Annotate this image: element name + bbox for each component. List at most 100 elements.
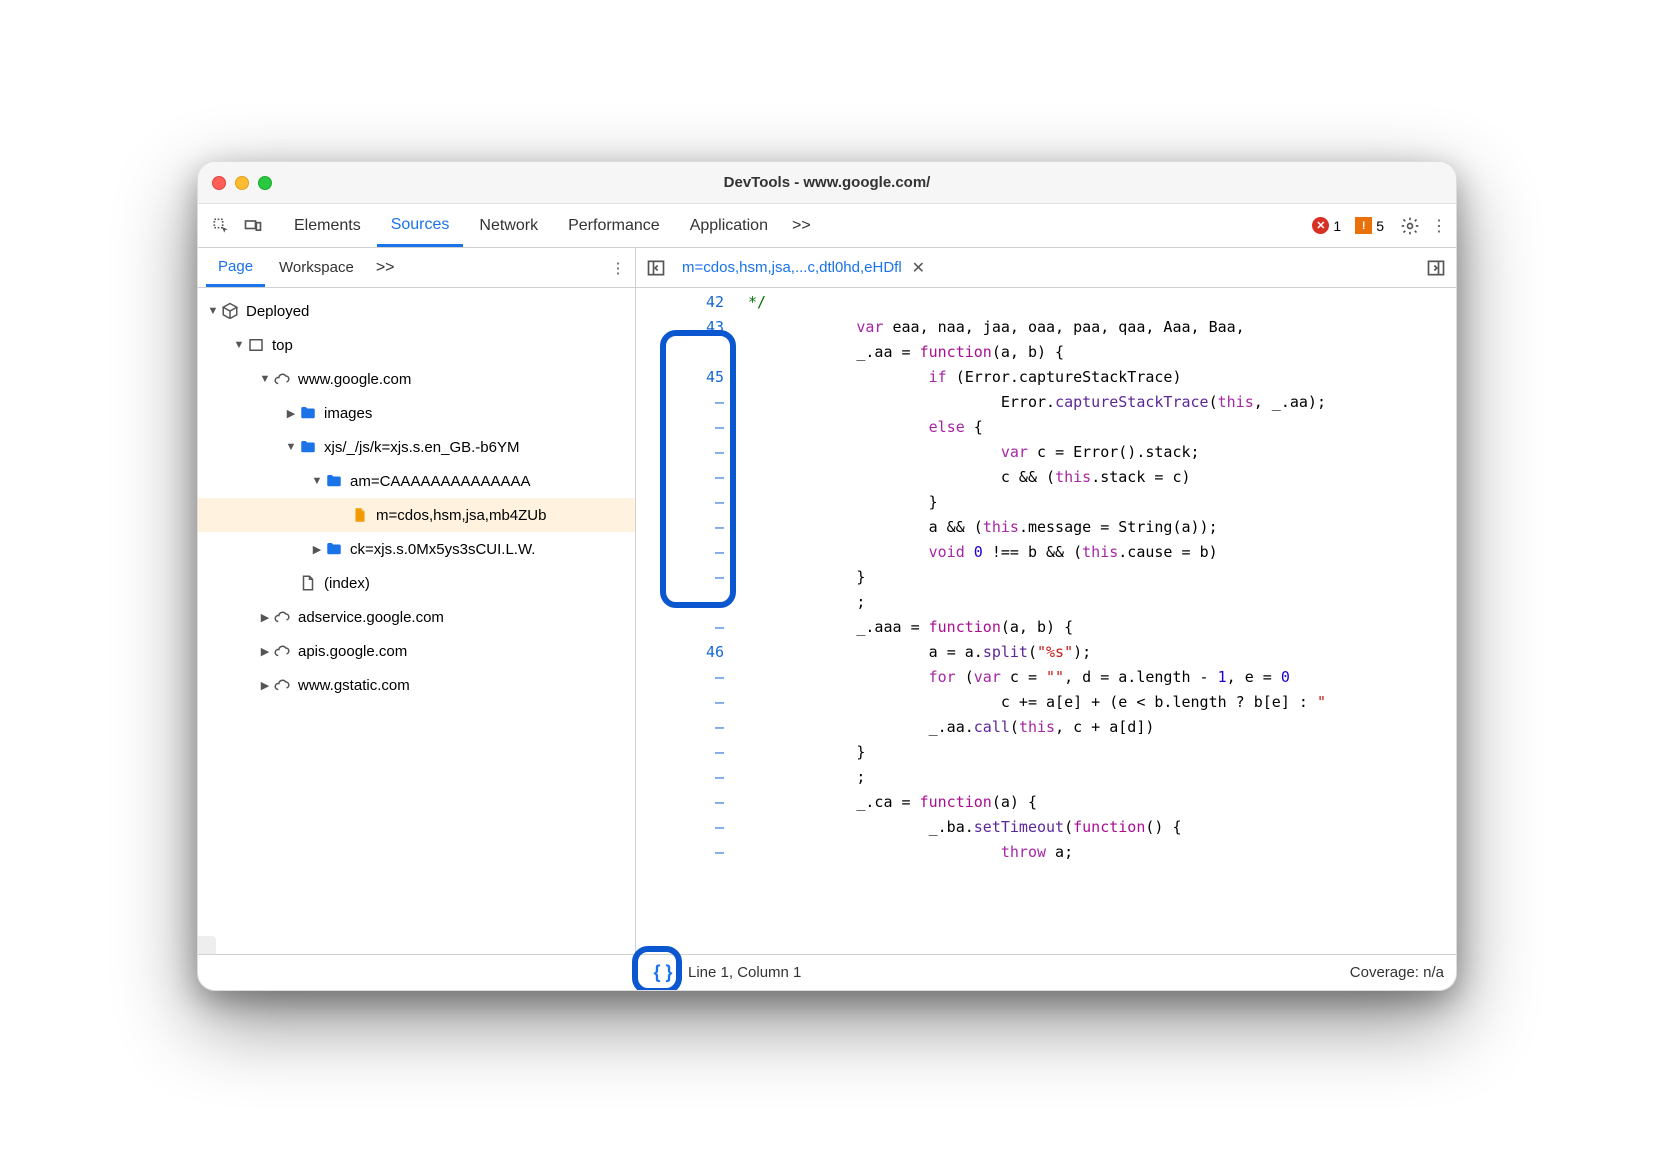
toggle-debugger-icon[interactable] <box>1422 254 1450 282</box>
subtab-workspace[interactable]: Workspace <box>267 250 366 285</box>
tree-label: xjs/_/js/k=xjs.s.en_GB.-b6YM <box>324 439 519 456</box>
chevron-down-icon[interactable] <box>232 339 246 351</box>
line-number[interactable]: – <box>636 490 724 515</box>
tab-performance[interactable]: Performance <box>554 207 674 245</box>
folder-icon <box>324 471 344 491</box>
navigator-menu-icon[interactable]: ⋮ <box>609 256 627 280</box>
tree-row[interactable]: ck=xjs.s.0Mx5ys3sCUI.L.W. <box>198 532 635 566</box>
line-number[interactable]: – <box>636 740 724 765</box>
inspect-icon[interactable] <box>206 211 236 241</box>
kebab-menu-icon[interactable]: ⋮ <box>1430 214 1448 238</box>
cloud-icon <box>272 641 292 661</box>
tab-elements[interactable]: Elements <box>280 207 375 245</box>
editor-tab-label: m=cdos,hsm,jsa,...c,dtl0hd,eHDfl <box>682 259 902 276</box>
scroll-corner <box>198 936 216 954</box>
file-icon <box>298 573 318 593</box>
tree-row[interactable]: apis.google.com <box>198 634 635 668</box>
chevron-right-icon[interactable] <box>258 679 272 692</box>
line-number[interactable]: 43 <box>636 315 724 340</box>
cloud-icon <box>272 675 292 695</box>
tree-row[interactable]: images <box>198 396 635 430</box>
line-number[interactable]: – <box>636 765 724 790</box>
editor-tab-active[interactable]: m=cdos,hsm,jsa,...c,dtl0hd,eHDfl ✕ <box>676 258 931 278</box>
line-number[interactable]: – <box>636 815 724 840</box>
tree-label: top <box>272 337 293 354</box>
line-number[interactable]: – <box>636 715 724 740</box>
cloud-icon <box>272 369 292 389</box>
tree-row[interactable]: xjs/_/js/k=xjs.s.en_GB.-b6YM <box>198 430 635 464</box>
tree-label: (index) <box>324 575 370 592</box>
subtab-page[interactable]: Page <box>206 249 265 287</box>
chevron-down-icon[interactable] <box>258 373 272 385</box>
tree-label: adservice.google.com <box>298 609 444 626</box>
line-number[interactable]: 42 <box>636 290 724 315</box>
code-area[interactable]: */ var eaa, naa, jaa, oaa, paa, qaa, Aaa… <box>736 288 1456 954</box>
chevron-right-icon[interactable] <box>310 543 324 556</box>
chevron-down-icon[interactable] <box>206 305 220 317</box>
gear-icon[interactable] <box>1398 214 1422 238</box>
tree-row[interactable]: www.gstatic.com <box>198 668 635 702</box>
more-subtabs-icon[interactable]: >> <box>368 259 403 277</box>
tree-row[interactable]: (index) <box>198 566 635 600</box>
line-number[interactable]: – <box>636 590 724 615</box>
file-tree: Deployed top www.google.com images xjs/_/js/… <box>198 288 635 708</box>
navigator-tabs: Page Workspace >> ⋮ <box>198 248 635 288</box>
folder-icon <box>324 539 344 559</box>
coverage-status: Coverage: n/a <box>1350 964 1444 981</box>
line-gutter[interactable]: 424345––––––––––46–––––––– <box>636 288 736 954</box>
chevron-right-icon[interactable] <box>284 407 298 420</box>
chevron-down-icon[interactable] <box>284 441 298 453</box>
line-number[interactable]: – <box>636 565 724 590</box>
toggle-navigator-icon[interactable] <box>642 254 670 282</box>
warnings-badge[interactable]: !5 <box>1349 215 1390 237</box>
line-number[interactable]: – <box>636 790 724 815</box>
tab-network[interactable]: Network <box>465 207 552 245</box>
tree-row[interactable]: am=CAAAAAAAAAAAAAA <box>198 464 635 498</box>
tree-label: www.google.com <box>298 371 411 388</box>
line-number[interactable] <box>636 340 724 365</box>
errors-badge[interactable]: ✕1 <box>1306 215 1347 237</box>
pretty-print-icon[interactable]: { } <box>648 960 678 986</box>
tree-label: am=CAAAAAAAAAAAAAA <box>350 473 531 490</box>
tree-row[interactable]: m=cdos,hsm,jsa,mb4ZUb <box>198 498 635 532</box>
warnings-count: 5 <box>1376 218 1384 234</box>
code-editor[interactable]: 424345––––––––––46–––––––– */ var eaa, n… <box>636 288 1456 954</box>
line-number[interactable]: – <box>636 615 724 640</box>
cloud-icon <box>272 607 292 627</box>
line-number[interactable]: – <box>636 840 724 865</box>
tree-row[interactable]: Deployed <box>198 294 635 328</box>
line-number[interactable]: 46 <box>636 640 724 665</box>
line-number[interactable]: – <box>636 465 724 490</box>
window-close-icon[interactable] <box>212 176 226 190</box>
line-number[interactable]: – <box>636 415 724 440</box>
tree-row[interactable]: www.google.com <box>198 362 635 396</box>
chevron-right-icon[interactable] <box>258 645 272 658</box>
close-icon[interactable]: ✕ <box>912 258 925 278</box>
frame-icon <box>246 335 266 355</box>
tree-label: ck=xjs.s.0Mx5ys3sCUI.L.W. <box>350 541 535 558</box>
more-tabs-icon[interactable]: >> <box>784 217 819 235</box>
folder-icon <box>298 437 318 457</box>
cursor-position: Line 1, Column 1 <box>688 964 801 981</box>
cube-icon <box>220 301 240 321</box>
window-zoom-icon[interactable] <box>258 176 272 190</box>
line-number[interactable]: – <box>636 390 724 415</box>
line-number[interactable]: 45 <box>636 365 724 390</box>
main-toolbar: Elements Sources Network Performance App… <box>198 204 1456 248</box>
device-toolbar-icon[interactable] <box>238 211 268 241</box>
chevron-right-icon[interactable] <box>258 611 272 624</box>
chevron-down-icon[interactable] <box>310 475 324 487</box>
tree-row[interactable]: adservice.google.com <box>198 600 635 634</box>
tab-application[interactable]: Application <box>676 207 782 245</box>
line-number[interactable]: – <box>636 515 724 540</box>
line-number[interactable]: – <box>636 540 724 565</box>
tree-label: Deployed <box>246 303 309 320</box>
window-minimize-icon[interactable] <box>235 176 249 190</box>
line-number[interactable]: – <box>636 690 724 715</box>
editor-tabs: m=cdos,hsm,jsa,...c,dtl0hd,eHDfl ✕ <box>636 248 1456 288</box>
tree-row[interactable]: top <box>198 328 635 362</box>
tree-label: www.gstatic.com <box>298 677 410 694</box>
line-number[interactable]: – <box>636 665 724 690</box>
tab-sources[interactable]: Sources <box>377 206 464 247</box>
line-number[interactable]: – <box>636 440 724 465</box>
